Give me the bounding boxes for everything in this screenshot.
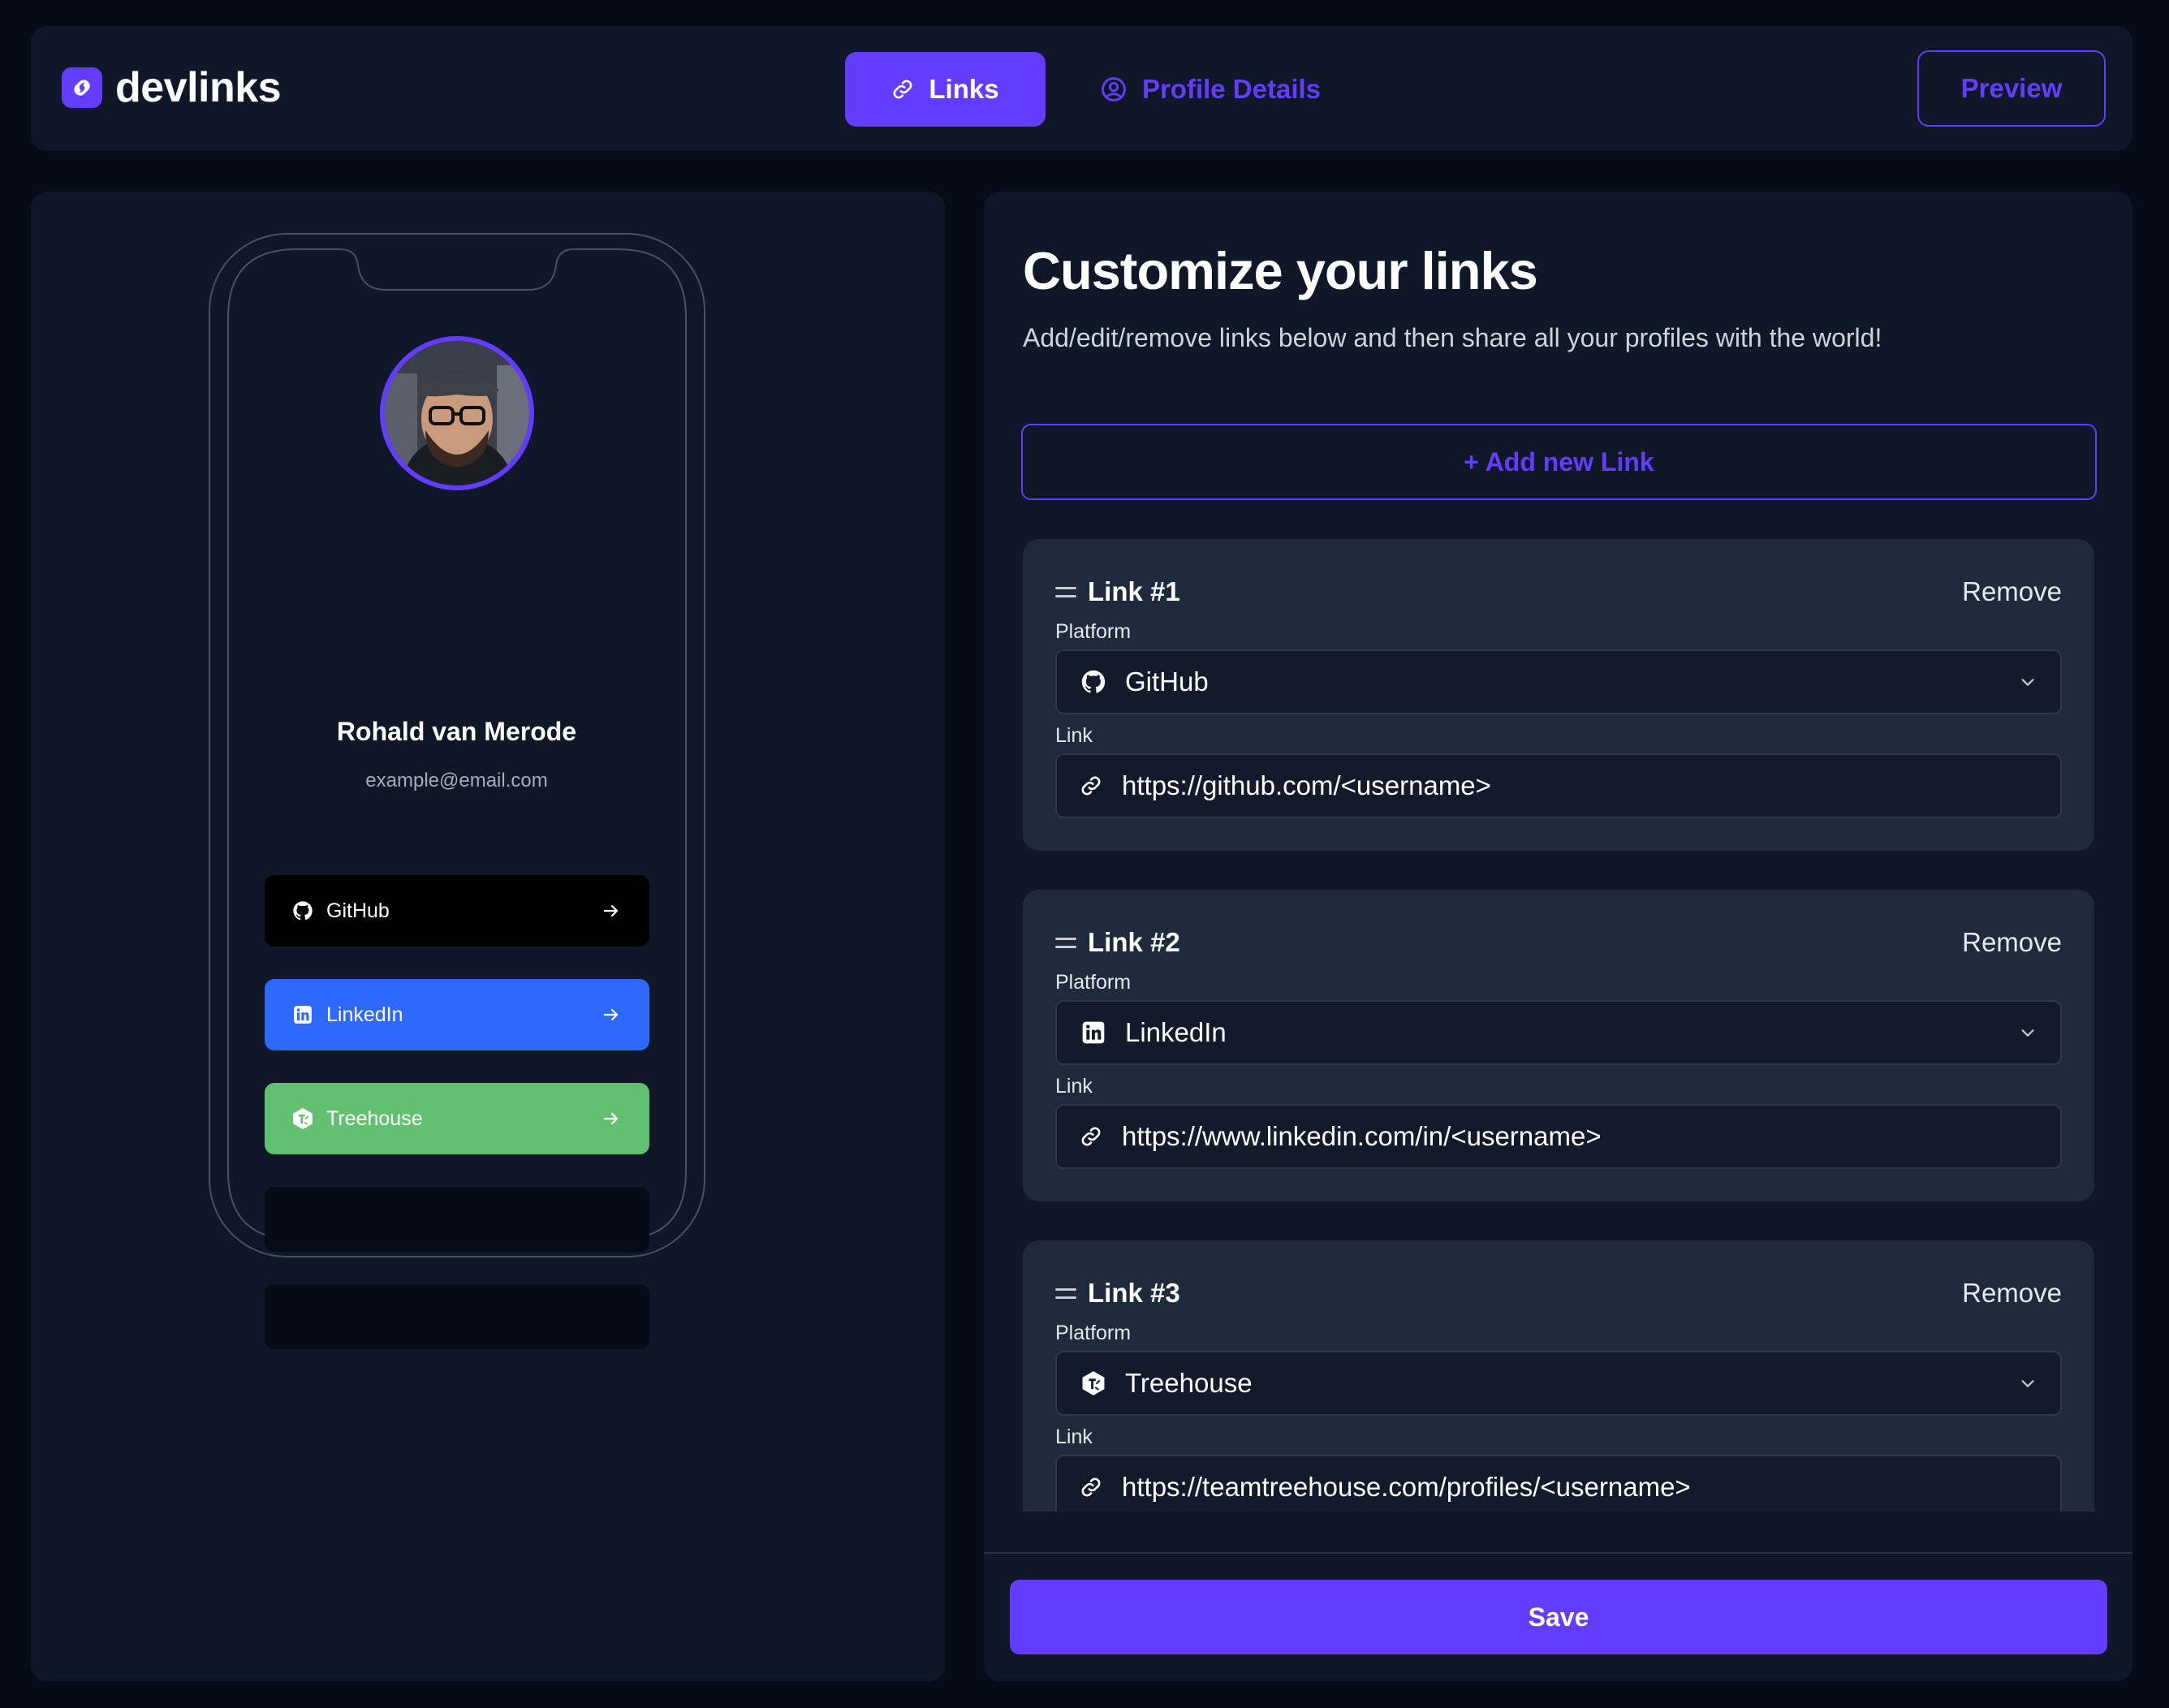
arrow-right-icon — [599, 1003, 623, 1027]
linkedin-icon — [1080, 1019, 1107, 1046]
tab-profile-details[interactable]: Profile Details — [1089, 52, 1332, 127]
profile-email: example@email.com — [365, 770, 548, 791]
arrow-right-icon — [599, 899, 623, 923]
links-editor-panel: Customize your links Add/edit/remove lin… — [984, 192, 2132, 1681]
tab-profile-label: Profile Details — [1141, 74, 1322, 104]
link-url-value: https://www.linkedin.com/in/<username> — [1122, 1121, 1602, 1151]
link-icon — [891, 78, 914, 101]
preview-link-treehouse[interactable]: Treehouse — [265, 1083, 649, 1154]
link-url-input[interactable]: https://www.linkedin.com/in/<username> — [1055, 1104, 2062, 1169]
link-label: Link — [1055, 724, 1093, 747]
link-icon — [1080, 1125, 1102, 1148]
chevron-down-icon — [2018, 1374, 2037, 1393]
chevron-down-icon — [2018, 672, 2037, 692]
drag-handle-icon[interactable] — [1055, 586, 1076, 597]
page-subtitle: Add/edit/remove links below and then sha… — [1023, 323, 1882, 352]
tab-links-label: Links — [929, 74, 999, 104]
link-icon — [1080, 774, 1102, 797]
arrow-right-icon — [599, 1106, 623, 1131]
preview-link-placeholder — [265, 1187, 649, 1252]
tab-links[interactable]: Links — [845, 52, 1046, 127]
preview-link-label: LinkedIn — [326, 1003, 403, 1026]
save-button[interactable]: Save — [1010, 1580, 2107, 1654]
footer-divider — [984, 1552, 2132, 1554]
profile-name: Rohald van Merode — [336, 717, 577, 746]
link-icon — [1080, 1476, 1102, 1499]
platform-label: Platform — [1055, 620, 1132, 643]
drag-handle-icon[interactable] — [1055, 1287, 1076, 1299]
drag-handle-icon[interactable] — [1055, 937, 1076, 948]
app-logo[interactable]: devlinks — [62, 64, 282, 111]
platform-select-value: Treehouse — [1125, 1368, 1253, 1398]
platform-select-value: LinkedIn — [1125, 1017, 1227, 1047]
platform-select[interactable]: LinkedIn — [1055, 1000, 2062, 1065]
linkedin-icon — [291, 1003, 315, 1027]
preview-link-label: Treehouse — [326, 1106, 423, 1130]
github-icon — [291, 899, 315, 923]
platform-select-value: GitHub — [1125, 666, 1209, 697]
top-bar: devlinks Links Profile Details Preview — [31, 26, 2132, 151]
devlinks-logo-icon — [62, 67, 102, 108]
preview-link-linkedin[interactable]: LinkedIn — [265, 979, 649, 1050]
avatar — [380, 336, 534, 490]
link-card: Link #1 Remove Platform GitHub Link http… — [1023, 539, 2094, 851]
link-card: Link #2 Remove Platform LinkedIn Link ht… — [1023, 890, 2094, 1201]
preview-link-placeholder — [265, 1284, 649, 1349]
link-label: Link — [1055, 1075, 1093, 1098]
preview-link-github[interactable]: GitHub — [265, 875, 649, 947]
link-url-input[interactable]: https://teamtreehouse.com/profiles/<user… — [1055, 1455, 2062, 1520]
remove-link-button[interactable]: Remove — [1962, 576, 2062, 607]
page-title: Customize your links — [1023, 241, 1538, 300]
link-url-value: https://github.com/<username> — [1122, 770, 1491, 800]
remove-link-button[interactable]: Remove — [1962, 1278, 2062, 1309]
link-label: Link — [1055, 1425, 1093, 1448]
treehouse-icon — [291, 1106, 315, 1131]
platform-select[interactable]: Treehouse — [1055, 1351, 2062, 1416]
link-card-title: Link #1 — [1088, 576, 1180, 606]
github-icon — [1080, 668, 1107, 696]
preview-button[interactable]: Preview — [1917, 50, 2106, 127]
platform-label: Platform — [1055, 971, 1132, 994]
link-url-value: https://teamtreehouse.com/profiles/<user… — [1122, 1472, 1691, 1502]
link-card-title: Link #3 — [1088, 1278, 1180, 1308]
app-name: devlinks — [115, 64, 282, 111]
add-new-link-button[interactable]: + Add new Link — [1021, 424, 2097, 500]
link-url-input[interactable]: https://github.com/<username> — [1055, 753, 2062, 818]
treehouse-icon — [1080, 1369, 1107, 1397]
remove-link-button[interactable]: Remove — [1962, 927, 2062, 958]
user-circle-icon — [1100, 75, 1128, 103]
platform-label: Platform — [1055, 1322, 1132, 1344]
chevron-down-icon — [2018, 1023, 2037, 1042]
preview-link-label: GitHub — [326, 899, 390, 922]
link-card: Link #3 Remove Platform Treehouse Link h… — [1023, 1240, 2094, 1552]
link-card-title: Link #2 — [1088, 927, 1180, 957]
platform-select[interactable]: GitHub — [1055, 649, 2062, 714]
